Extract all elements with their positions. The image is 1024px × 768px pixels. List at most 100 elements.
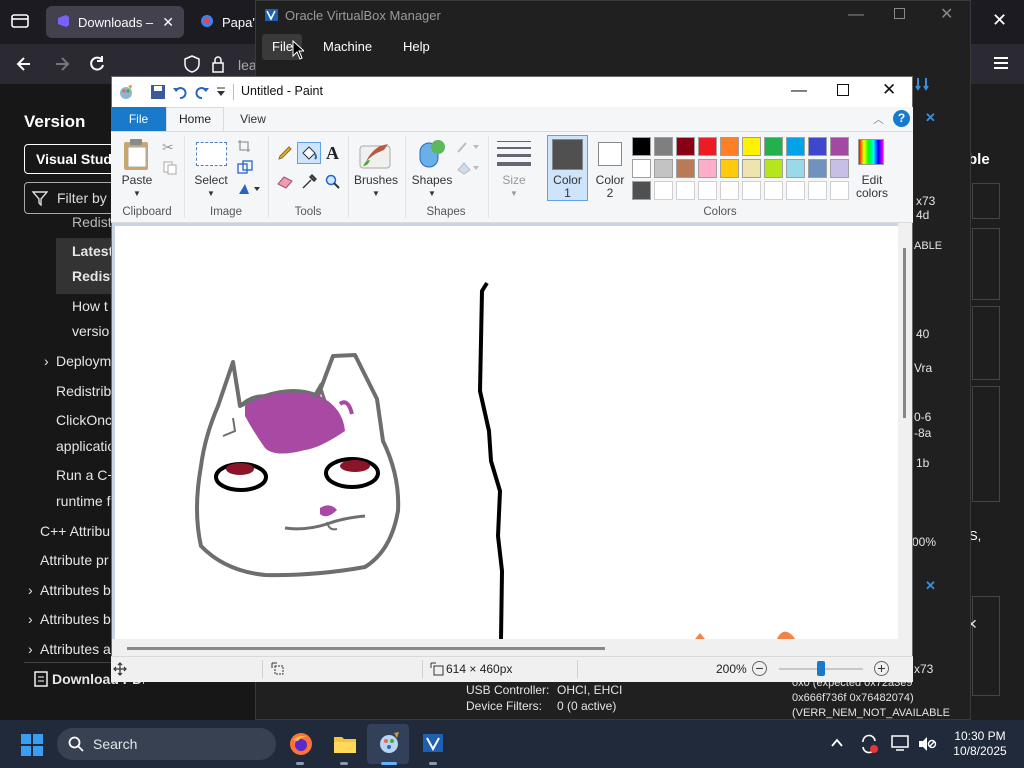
palette-swatch[interactable] xyxy=(830,159,849,178)
version-selector[interactable]: Visual Studi xyxy=(24,144,124,174)
toc-item[interactable]: Attributes b xyxy=(40,611,111,627)
fill-shape-icon[interactable] xyxy=(456,161,482,178)
palette-swatch[interactable] xyxy=(632,137,651,156)
toc-item[interactable]: ClickOnc xyxy=(56,412,112,428)
zoom-in-icon[interactable]: + xyxy=(874,661,889,676)
save-icon[interactable] xyxy=(150,84,166,103)
undo-icon[interactable] xyxy=(172,84,188,103)
palette-swatch[interactable] xyxy=(698,137,717,156)
palette-swatch[interactable] xyxy=(654,181,673,200)
file-explorer-icon[interactable] xyxy=(333,734,357,757)
toc-item[interactable]: Run a C+ xyxy=(56,467,116,483)
minimize-ribbon-icon[interactable]: ︿ xyxy=(873,111,884,127)
size-label[interactable]: Size xyxy=(497,174,531,187)
palette-swatch[interactable] xyxy=(808,137,827,156)
toc-item-selected[interactable]: Latest xyxy=(72,243,113,259)
size-icon[interactable] xyxy=(497,141,531,166)
magnifier-icon[interactable] xyxy=(325,174,341,193)
text-icon[interactable]: A xyxy=(326,143,339,164)
expand-chevron-icon[interactable]: › xyxy=(28,641,33,657)
volume-muted-icon[interactable] xyxy=(917,735,937,756)
select-label[interactable]: Select xyxy=(192,174,230,187)
palette-swatch[interactable] xyxy=(764,181,783,200)
virtualbox-taskbar-icon[interactable] xyxy=(421,731,445,758)
vb-maximize-icon[interactable] xyxy=(894,8,905,19)
palette-swatch[interactable] xyxy=(808,181,827,200)
color2-label[interactable]: Color 2 xyxy=(592,174,628,200)
palette-swatch[interactable] xyxy=(676,137,695,156)
brushes-dropdown-icon[interactable]: ▼ xyxy=(372,189,380,198)
paste-label[interactable]: Paste xyxy=(121,174,153,187)
close-tab-icon[interactable]: ✕ xyxy=(162,14,174,31)
palette-swatch[interactable] xyxy=(742,159,761,178)
vertical-scroll-thumb[interactable] xyxy=(903,248,906,418)
vb-close-pane-icon[interactable]: ✕ xyxy=(925,110,936,126)
palette-swatch[interactable] xyxy=(786,181,805,200)
taskbar-search[interactable]: Search xyxy=(57,728,276,760)
palette-swatch[interactable] xyxy=(698,159,717,178)
sync-icon[interactable] xyxy=(859,734,879,757)
edit-colors-label[interactable]: Edit colors xyxy=(852,174,892,200)
paint-minimize-icon[interactable]: — xyxy=(791,82,807,100)
paint-taskbar-icon[interactable] xyxy=(377,731,401,758)
vb-close-pane-icon[interactable]: ✕ xyxy=(925,578,936,594)
palette-swatch[interactable] xyxy=(632,181,651,200)
edit-colors-icon[interactable] xyxy=(858,139,884,165)
toc-item[interactable]: Attributes a xyxy=(40,641,111,657)
rotate-icon[interactable] xyxy=(237,182,261,199)
paint-maximize-icon[interactable] xyxy=(837,84,849,96)
select-icon[interactable] xyxy=(196,142,227,166)
toc-item[interactable]: applicatio xyxy=(56,438,115,454)
toc-item[interactable]: How t xyxy=(72,298,108,314)
horizontal-scroll-thumb[interactable] xyxy=(127,647,605,650)
browser-tab-papas[interactable]: Papa's xyxy=(190,6,258,38)
paste-icon[interactable] xyxy=(122,138,152,175)
toc-item[interactable]: C++ Attribu xyxy=(40,523,110,539)
show-hidden-icons[interactable] xyxy=(830,736,844,753)
clock[interactable]: 10:30 PM 10/8/2025 xyxy=(951,729,1009,759)
vb-close-icon[interactable]: ✕ xyxy=(940,4,953,24)
pencil-icon[interactable] xyxy=(277,145,293,164)
toc-item[interactable]: runtime f xyxy=(56,493,110,509)
browser-close-icon[interactable]: ✕ xyxy=(992,10,1007,31)
drawing-canvas[interactable] xyxy=(115,226,898,640)
back-icon[interactable] xyxy=(14,54,34,77)
vb-toolbar-icon[interactable] xyxy=(915,76,931,95)
vb-menu-help[interactable]: Help xyxy=(403,39,430,54)
palette-swatch[interactable] xyxy=(720,137,739,156)
color-picker-icon[interactable] xyxy=(301,174,317,193)
toc-item[interactable]: Redistrib xyxy=(56,383,111,399)
customize-qat-icon[interactable] xyxy=(216,86,226,101)
resize-icon[interactable] xyxy=(237,160,253,177)
vb-minimize-icon[interactable]: — xyxy=(848,6,864,24)
palette-swatch[interactable] xyxy=(654,137,673,156)
expand-chevron-icon[interactable]: › xyxy=(44,353,49,369)
tab-file[interactable]: File xyxy=(111,107,166,131)
palette-swatch[interactable] xyxy=(830,137,849,156)
firefox-icon[interactable] xyxy=(289,732,313,759)
expand-chevron-icon[interactable]: › xyxy=(28,582,33,598)
paint-close-icon[interactable]: ✕ xyxy=(882,80,896,100)
palette-swatch[interactable] xyxy=(830,181,849,200)
tab-home[interactable]: Home xyxy=(166,107,224,132)
zoom-out-icon[interactable]: − xyxy=(752,661,767,676)
paste-dropdown-icon[interactable]: ▼ xyxy=(133,189,141,198)
crop-icon[interactable] xyxy=(237,139,251,156)
palette-swatch[interactable] xyxy=(720,159,739,178)
browser-tab-downloads[interactable]: Downloads – Or ✕ xyxy=(46,6,184,38)
palette-swatch[interactable] xyxy=(786,159,805,178)
outline-icon[interactable] xyxy=(456,140,482,157)
brushes-icon[interactable] xyxy=(358,138,394,175)
toc-item[interactable]: Attribute pr xyxy=(40,552,108,568)
palette-swatch[interactable] xyxy=(764,137,783,156)
shield-icon[interactable] xyxy=(184,55,200,76)
palette-swatch[interactable] xyxy=(632,159,651,178)
shapes-label[interactable]: Shapes xyxy=(410,174,454,187)
menu-icon[interactable] xyxy=(992,54,1010,75)
brushes-label[interactable]: Brushes xyxy=(353,174,399,187)
zoom-slider-thumb[interactable] xyxy=(817,661,825,676)
palette-swatch[interactable] xyxy=(698,181,717,200)
lock-icon[interactable] xyxy=(211,55,225,76)
vb-menu-file[interactable]: File xyxy=(272,39,293,54)
tab-list-icon[interactable] xyxy=(10,12,30,30)
